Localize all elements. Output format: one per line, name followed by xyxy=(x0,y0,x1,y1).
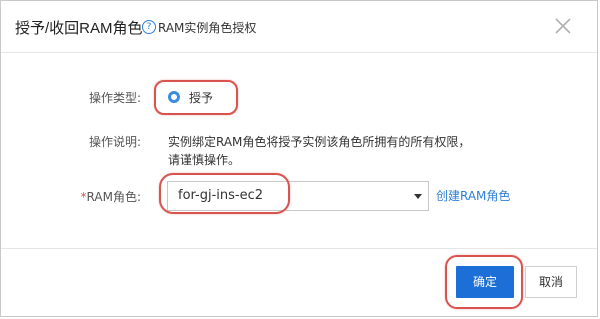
help-link[interactable]: RAM实例角色授权 xyxy=(158,19,256,36)
ram-role-dialog: 授予/收回RAM角色 ? RAM实例角色授权 操作类型: 授予 操作说明: 实例… xyxy=(0,0,598,317)
radio-grant-label[interactable]: 授予 xyxy=(189,89,213,106)
caret-down-icon[interactable] xyxy=(414,194,422,199)
create-ram-role-link[interactable]: 创建RAM角色 xyxy=(436,187,510,204)
dialog-header: 授予/收回RAM角色 ? RAM实例角色授权 xyxy=(1,1,597,53)
operation-desc-line1: 实例绑定RAM角色将授予实例该角色所拥有的所有权限， xyxy=(168,135,471,149)
select-highlight-annotation xyxy=(159,173,290,214)
close-icon[interactable] xyxy=(552,15,574,37)
operation-desc-line2: 请谨慎操作。 xyxy=(168,153,241,167)
ok-button[interactable]: 确定 xyxy=(456,266,514,298)
dialog-title: 授予/收回RAM角色 xyxy=(15,20,143,37)
radio-checked-icon[interactable] xyxy=(168,91,180,103)
operation-type-label: 操作类型: xyxy=(88,91,141,105)
ram-role-label-text: RAM角色: xyxy=(86,190,141,204)
question-circle-icon[interactable]: ? xyxy=(142,20,156,34)
cancel-button[interactable]: 取消 xyxy=(525,266,577,298)
operation-desc-label: 操作说明: xyxy=(88,135,141,149)
ram-role-label: *RAM角色: xyxy=(51,188,141,205)
